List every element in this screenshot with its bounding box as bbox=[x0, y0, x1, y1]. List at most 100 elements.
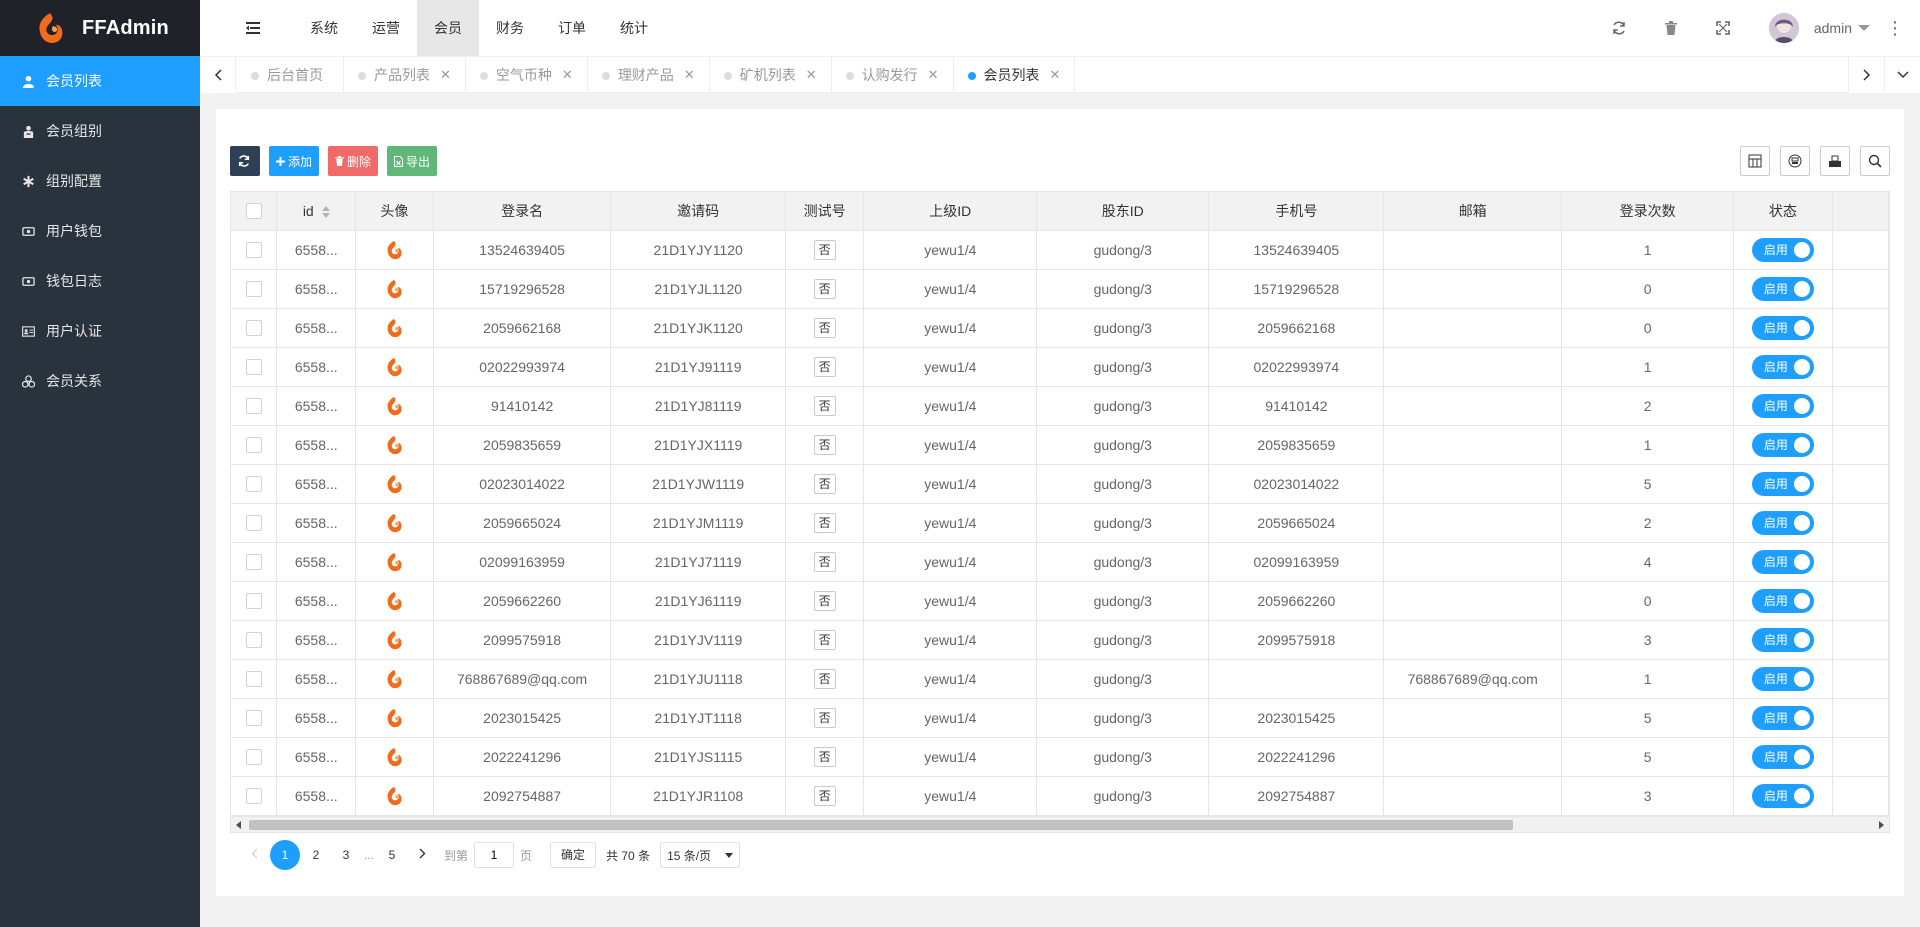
row-checkbox[interactable] bbox=[245, 398, 262, 415]
scroll-left-icon[interactable] bbox=[236, 821, 241, 829]
chevron-left-icon[interactable] bbox=[200, 57, 236, 93]
row-checkbox[interactable] bbox=[245, 788, 262, 805]
test-account-button[interactable]: 否 bbox=[813, 785, 836, 806]
refresh-button[interactable] bbox=[230, 146, 260, 176]
top-nav-item[interactable]: 系统 bbox=[293, 0, 355, 56]
goto-page-input[interactable] bbox=[474, 842, 515, 868]
search-icon[interactable] bbox=[1860, 146, 1890, 176]
status-toggle[interactable]: 启用 bbox=[1751, 432, 1814, 457]
page-tab[interactable]: 会员列表 ✕ bbox=[954, 57, 1076, 93]
page-size-select[interactable]: 15 条/页 bbox=[660, 842, 741, 868]
page-tab[interactable]: 认购发行 ✕ bbox=[832, 57, 954, 93]
close-icon[interactable]: ✕ bbox=[1050, 67, 1061, 83]
row-checkbox[interactable] bbox=[245, 437, 262, 454]
row-checkbox[interactable] bbox=[245, 476, 262, 493]
refresh-icon[interactable] bbox=[1593, 0, 1645, 56]
test-account-button[interactable]: 否 bbox=[813, 668, 836, 689]
horizontal-scrollbar[interactable] bbox=[230, 817, 1890, 833]
sidebar-item-3[interactable]: 用户钱包 bbox=[0, 206, 200, 256]
row-checkbox[interactable] bbox=[245, 593, 262, 610]
status-toggle[interactable]: 启用 bbox=[1751, 510, 1814, 535]
select-all-checkbox[interactable] bbox=[245, 203, 262, 220]
chevron-down-icon[interactable] bbox=[1884, 57, 1920, 93]
status-toggle[interactable]: 启用 bbox=[1751, 549, 1814, 574]
close-icon[interactable]: ✕ bbox=[562, 67, 573, 83]
sidebar-item-2[interactable]: 组别配置 bbox=[0, 156, 200, 206]
top-nav-item[interactable]: 财务 bbox=[479, 0, 541, 56]
page-tab[interactable]: 矿机列表 ✕ bbox=[710, 57, 832, 93]
prev-page-button[interactable] bbox=[240, 841, 268, 869]
page-number[interactable]: 5 bbox=[378, 841, 406, 869]
page-tab[interactable]: 理财产品 ✕ bbox=[588, 57, 710, 93]
test-account-button[interactable]: 否 bbox=[813, 551, 836, 572]
close-icon[interactable]: ✕ bbox=[928, 67, 939, 83]
row-checkbox[interactable] bbox=[245, 242, 262, 259]
export-button[interactable]: 导出 bbox=[387, 146, 438, 176]
close-icon[interactable]: ✕ bbox=[806, 67, 817, 83]
trash-icon[interactable] bbox=[1645, 0, 1697, 56]
close-icon[interactable]: ✕ bbox=[684, 67, 695, 83]
menu-toggle-icon[interactable] bbox=[243, 18, 263, 38]
test-account-button[interactable]: 否 bbox=[813, 473, 836, 494]
status-toggle[interactable]: 启用 bbox=[1751, 315, 1814, 340]
row-checkbox[interactable] bbox=[245, 515, 262, 532]
sidebar-item-6[interactable]: 会员关系 bbox=[0, 356, 200, 406]
status-toggle[interactable]: 启用 bbox=[1751, 276, 1814, 301]
test-account-button[interactable]: 否 bbox=[813, 395, 836, 416]
columns-filter-icon[interactable] bbox=[1740, 146, 1770, 176]
page-tab[interactable]: 产品列表 ✕ bbox=[344, 57, 466, 93]
row-checkbox[interactable] bbox=[245, 281, 262, 298]
row-checkbox[interactable] bbox=[245, 632, 262, 649]
test-account-button[interactable]: 否 bbox=[813, 512, 836, 533]
test-account-button[interactable]: 否 bbox=[813, 317, 836, 338]
page-number[interactable]: 1 bbox=[270, 840, 300, 870]
status-toggle[interactable]: 启用 bbox=[1751, 471, 1814, 496]
fullscreen-icon[interactable] bbox=[1697, 0, 1749, 56]
test-account-button[interactable]: 否 bbox=[813, 746, 836, 767]
page-number[interactable]: 3 bbox=[332, 841, 360, 869]
scrollbar-thumb[interactable] bbox=[249, 820, 1513, 830]
page-number[interactable]: 2 bbox=[302, 841, 330, 869]
page-tab[interactable]: 空气币种 ✕ bbox=[466, 57, 588, 93]
status-toggle[interactable]: 启用 bbox=[1751, 237, 1814, 262]
test-account-button[interactable]: 否 bbox=[813, 590, 836, 611]
logo[interactable]: FFAdmin bbox=[0, 0, 200, 56]
scroll-right-icon[interactable] bbox=[1879, 821, 1884, 829]
row-checkbox[interactable] bbox=[245, 359, 262, 376]
sidebar-item-4[interactable]: 钱包日志 bbox=[0, 256, 200, 306]
row-checkbox[interactable] bbox=[245, 749, 262, 766]
row-checkbox[interactable] bbox=[245, 671, 262, 688]
chevron-right-icon[interactable] bbox=[1848, 57, 1884, 93]
status-toggle[interactable]: 启用 bbox=[1751, 783, 1814, 808]
row-checkbox[interactable] bbox=[245, 554, 262, 571]
sidebar-item-5[interactable]: 用户认证 bbox=[0, 306, 200, 356]
test-account-button[interactable]: 否 bbox=[813, 707, 836, 728]
sidebar-item-1[interactable]: 会员组别 bbox=[0, 106, 200, 156]
next-page-button[interactable] bbox=[408, 841, 436, 869]
user-menu[interactable]: admin bbox=[1749, 0, 1870, 56]
sort-icon[interactable] bbox=[321, 206, 330, 219]
test-account-button[interactable]: 否 bbox=[813, 434, 836, 455]
close-icon[interactable]: ✕ bbox=[440, 67, 451, 83]
status-toggle[interactable]: 启用 bbox=[1751, 705, 1814, 730]
test-account-button[interactable]: 否 bbox=[813, 278, 836, 299]
column-header[interactable]: id bbox=[276, 192, 357, 231]
top-nav-item[interactable]: 订单 bbox=[541, 0, 603, 56]
delete-button[interactable]: 删除 bbox=[328, 146, 379, 176]
row-checkbox[interactable] bbox=[245, 320, 262, 337]
status-toggle[interactable]: 启用 bbox=[1751, 393, 1814, 418]
status-toggle[interactable]: 启用 bbox=[1751, 666, 1814, 691]
goto-confirm-button[interactable]: 确定 bbox=[550, 842, 597, 868]
top-nav-item[interactable]: 运营 bbox=[355, 0, 417, 56]
row-checkbox[interactable] bbox=[245, 710, 262, 727]
top-nav-item[interactable]: 会员 bbox=[417, 0, 479, 56]
page-tab[interactable]: 后台首页 bbox=[237, 57, 344, 93]
status-toggle[interactable]: 启用 bbox=[1751, 588, 1814, 613]
test-account-button[interactable]: 否 bbox=[813, 356, 836, 377]
test-account-button[interactable]: 否 bbox=[813, 629, 836, 650]
status-toggle[interactable]: 启用 bbox=[1751, 627, 1814, 652]
more-vertical-icon[interactable]: ⋮ bbox=[1870, 0, 1920, 56]
add-button[interactable]: 添加 bbox=[269, 146, 320, 176]
status-toggle[interactable]: 启用 bbox=[1751, 744, 1814, 769]
sidebar-item-0[interactable]: 会员列表 bbox=[0, 56, 200, 106]
